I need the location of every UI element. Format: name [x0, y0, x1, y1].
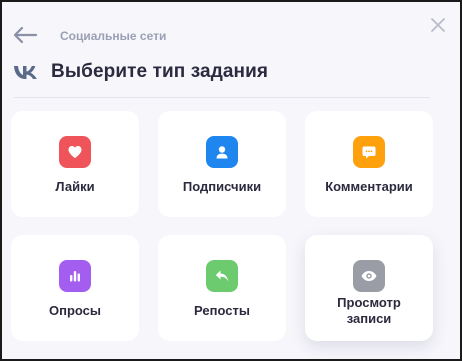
task-card-subscribers[interactable]: Подписчики [158, 111, 286, 217]
reply-arrow-icon [215, 270, 229, 282]
task-card-label: Комментарии [325, 179, 413, 194]
polls-icon-tile [59, 260, 91, 292]
task-card-post-views[interactable]: Просмотр записи [305, 235, 433, 341]
task-card-label: Лайки [55, 179, 95, 194]
arrow-left-icon [13, 26, 38, 44]
task-card-likes[interactable]: Лайки [11, 111, 139, 217]
subscribers-icon-tile [206, 136, 238, 168]
task-card-label: Опросы [48, 303, 101, 318]
eye-icon [361, 271, 377, 281]
task-card-reposts[interactable]: Репосты [158, 235, 286, 341]
likes-icon-tile [59, 136, 91, 168]
comment-icon [362, 146, 376, 159]
title-row: Выберите тип задания [13, 58, 268, 86]
task-card-comments[interactable]: Комментарии [305, 111, 433, 217]
task-card-polls[interactable]: Опросы [11, 235, 139, 341]
reposts-icon-tile [206, 260, 238, 292]
breadcrumb[interactable]: Социальные сети [60, 29, 166, 43]
task-card-label: Репосты [194, 303, 250, 318]
comments-icon-tile [353, 136, 385, 168]
task-type-dialog: Социальные сети Выберите тип задания Лай… [0, 0, 462, 361]
user-icon [216, 146, 228, 159]
task-card-label: Подписчики [182, 179, 262, 194]
task-card-label: Просмотр записи [337, 295, 401, 326]
heart-icon [68, 146, 82, 158]
views-icon-tile [353, 260, 385, 292]
page-title: Выберите тип задания [51, 61, 269, 82]
divider [14, 97, 430, 98]
bar-chart-icon [70, 271, 80, 282]
vk-logo-icon [14, 66, 37, 79]
close-icon [431, 18, 445, 32]
close-button[interactable] [430, 17, 446, 33]
back-button[interactable] [12, 26, 38, 44]
